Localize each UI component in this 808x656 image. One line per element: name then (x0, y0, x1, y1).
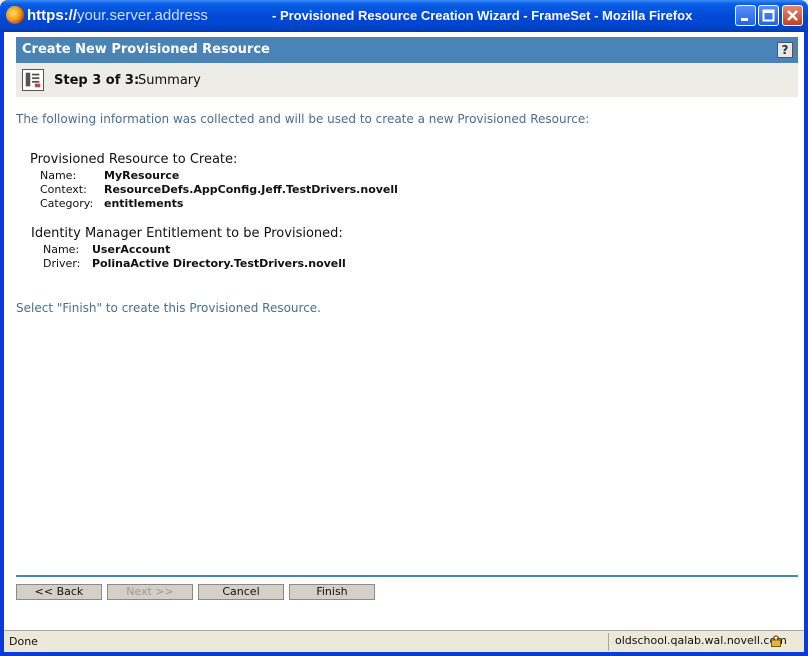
resource-name-label: Name: (40, 169, 77, 182)
firefox-icon (6, 6, 24, 24)
finish-instruction: Select "Finish" to create this Provision… (16, 301, 321, 315)
entitlement-name-label: Name: (43, 243, 80, 256)
title-bar[interactable]: https://your.server.address - Provisione… (0, 0, 808, 32)
maximize-icon (762, 9, 775, 22)
status-host: oldschool.qalab.wal.novell.com (608, 633, 787, 651)
back-button[interactable]: << Back (16, 584, 102, 600)
browser-window: https://your.server.address - Provisione… (0, 0, 808, 656)
resource-category-label: Category: (40, 197, 94, 210)
resource-context-label: Context: (40, 183, 87, 196)
resource-category-value: entitlements (104, 197, 184, 210)
maximize-button[interactable] (758, 5, 779, 26)
wizard-title: Create New Provisioned Resource (22, 42, 270, 57)
footer-divider (16, 575, 798, 577)
step-bar: Step 3 of 3: Summary (16, 63, 798, 97)
intro-text: The following information was collected … (16, 112, 590, 126)
status-bar: Done oldschool.qalab.wal.novell.com (4, 630, 804, 652)
finish-button[interactable]: Finish (289, 584, 375, 600)
window-title: - Provisioned Resource Creation Wizard -… (272, 8, 693, 23)
entitlement-driver-label: Driver: (43, 257, 81, 270)
page-content: Create New Provisioned Resource ? Step 3… (4, 32, 804, 630)
minimize-icon (741, 18, 748, 21)
window-title-url: https://your.server.address (27, 7, 208, 24)
lock-icon[interactable] (770, 635, 782, 647)
entitlement-name-value: UserAccount (92, 243, 171, 256)
minimize-button[interactable] (735, 5, 756, 26)
help-button[interactable]: ? (777, 42, 793, 58)
close-icon (787, 10, 798, 21)
entitlement-section-title: Identity Manager Entitlement to be Provi… (31, 226, 343, 241)
title-host: your.server.address (77, 7, 208, 24)
title-protocol: https:// (27, 7, 77, 24)
entitlement-driver-value: PolinaActive Directory.TestDrivers.novel… (92, 257, 346, 270)
resource-name-value: MyResource (104, 169, 180, 182)
resource-section-title: Provisioned Resource to Create: (30, 152, 238, 167)
next-button[interactable]: Next >> (107, 584, 193, 600)
step-number: Step 3 of 3: (54, 73, 140, 88)
cancel-button[interactable]: Cancel (198, 584, 284, 600)
close-button[interactable] (782, 5, 803, 26)
resource-context-value: ResourceDefs.AppConfig.Jeff.TestDrivers.… (104, 183, 398, 196)
wizard-header: Create New Provisioned Resource ? (16, 37, 798, 63)
step-name: Summary (138, 73, 201, 88)
status-text: Done (9, 635, 38, 648)
wizard-step-icon (22, 69, 44, 91)
